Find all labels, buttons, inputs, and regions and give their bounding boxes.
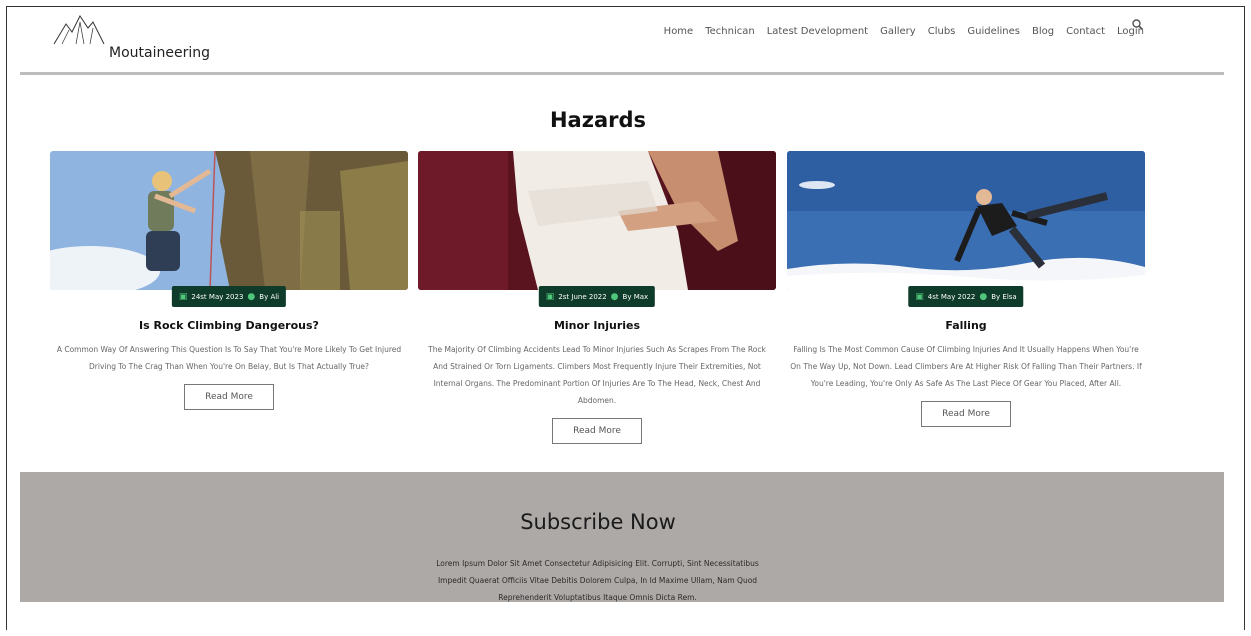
- hazard-card: ▣ 24st May 2023 ● By Ali Is Rock Climbin…: [50, 151, 408, 410]
- post-date: 2st June 2022: [558, 292, 607, 301]
- main-nav: Home Technican Latest Development Galler…: [652, 26, 1144, 37]
- read-more-button[interactable]: Read More: [552, 418, 642, 444]
- post-meta: ▣ 2st June 2022 ● By Max: [538, 286, 656, 307]
- brand-name[interactable]: Moutaineering: [109, 45, 210, 61]
- read-more-button[interactable]: Read More: [921, 401, 1011, 427]
- post-meta: ▣ 24st May 2023 ● By Ali: [171, 286, 287, 307]
- subscribe-text: Lorem Ipsum Dolor Sit Amet Consectetur A…: [436, 559, 759, 602]
- rock-climber-image: [50, 151, 408, 290]
- calendar-icon: ▣: [178, 291, 188, 302]
- subscribe-section: Subscribe Now Lorem Ipsum Dolor Sit Amet…: [20, 472, 1224, 602]
- nav-contact[interactable]: Contact: [1066, 26, 1105, 37]
- hazard-card: ▣ 2st June 2022 ● By Max Minor Injuries …: [418, 151, 776, 444]
- mountain-logo-icon[interactable]: [52, 14, 106, 46]
- user-icon: ●: [247, 291, 256, 302]
- nav-gallery[interactable]: Gallery: [880, 26, 916, 37]
- post-date: 4st May 2022: [927, 292, 976, 301]
- nav-blog[interactable]: Blog: [1032, 26, 1054, 37]
- nav-technican[interactable]: Technican: [705, 26, 754, 37]
- nav-home[interactable]: Home: [664, 26, 694, 37]
- falling-man-image: [787, 151, 1145, 290]
- search-icon[interactable]: [1131, 18, 1145, 32]
- nav-latest-development[interactable]: Latest Development: [767, 26, 868, 37]
- calendar-icon: ▣: [915, 291, 924, 302]
- card-text: A Common Way Of Answering This Question …: [56, 345, 402, 371]
- post-author: By Elsa: [991, 292, 1017, 301]
- hazards-title: Hazards: [549, 108, 647, 132]
- read-more-button[interactable]: Read More: [184, 384, 274, 410]
- card-title[interactable]: Falling: [787, 319, 1145, 332]
- nav-clubs[interactable]: Clubs: [928, 26, 956, 37]
- post-meta: ▣ 4st May 2022 ● By Elsa: [908, 286, 1024, 307]
- hazard-card: ▣ 4st May 2022 ● By Elsa Falling Falling…: [787, 151, 1145, 427]
- subscribe-title: Subscribe Now: [520, 510, 676, 534]
- site-header: Moutaineering Home Technican Latest Deve…: [20, 8, 1224, 74]
- post-author: By Ali: [259, 292, 280, 301]
- card-title[interactable]: Minor Injuries: [418, 319, 776, 332]
- calendar-icon: ▣: [545, 291, 555, 302]
- user-icon: ●: [979, 291, 988, 302]
- post-author: By Max: [622, 292, 649, 301]
- card-text: Falling Is The Most Common Cause Of Clim…: [790, 345, 1142, 388]
- post-date: 24st May 2023: [191, 292, 244, 301]
- card-text: The Majority Of Climbing Accidents Lead …: [428, 345, 766, 405]
- header-divider: [20, 72, 1224, 75]
- user-icon: ●: [610, 291, 619, 302]
- injured-hand-image: [418, 151, 776, 290]
- card-title[interactable]: Is Rock Climbing Dangerous?: [50, 319, 408, 332]
- nav-guidelines[interactable]: Guidelines: [967, 26, 1020, 37]
